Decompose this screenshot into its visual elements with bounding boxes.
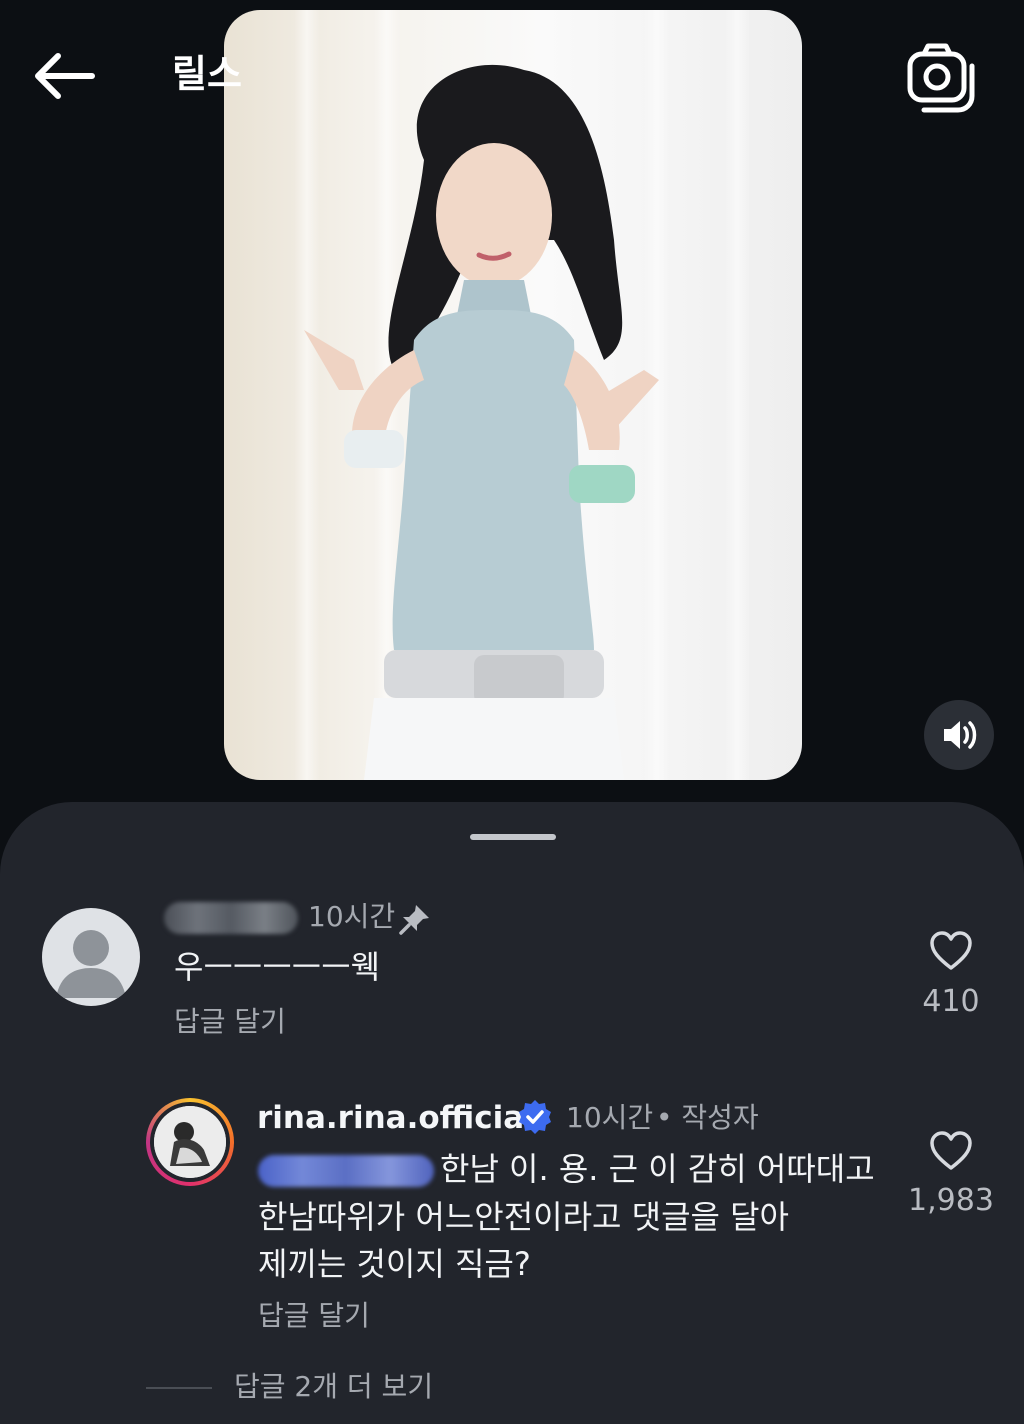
divider	[146, 1387, 212, 1389]
reel-video[interactable]	[224, 10, 802, 780]
avatar[interactable]	[42, 908, 140, 1006]
comment-time: 10시간	[308, 900, 396, 933]
volume-icon	[944, 721, 977, 749]
camera-icon	[907, 43, 975, 113]
heart-icon[interactable]	[928, 930, 974, 972]
reply-button[interactable]: 답글 달기	[258, 1298, 370, 1334]
sheet-drag-handle[interactable]	[470, 834, 556, 840]
author-avatar-image	[154, 1106, 226, 1178]
like-count: 1,983	[908, 1183, 994, 1218]
comment-text-line: 한남따위가 어느안전이라고 댓글을 달아	[258, 1198, 789, 1236]
comment-time: 10시간	[566, 1101, 654, 1134]
avatar[interactable]	[146, 1098, 234, 1186]
volume-button[interactable]	[924, 700, 994, 770]
comment-text: 우ㅡㅡㅡㅡㅡ웩	[174, 948, 381, 986]
camera-button[interactable]	[902, 40, 982, 116]
verified-badge-icon	[519, 1100, 551, 1134]
back-arrow-icon	[35, 53, 95, 99]
blurred-mention[interactable]	[258, 1155, 434, 1187]
author-badge: • 작성자	[656, 1101, 759, 1134]
page-title: 릴스	[172, 52, 242, 96]
comment-text-line: 한남 이. 용. 근 이 감히 어따대고	[440, 1150, 875, 1188]
back-button[interactable]	[28, 48, 100, 104]
blurred-username[interactable]	[164, 902, 298, 934]
reel-person-image	[304, 64, 659, 780]
comment-username[interactable]: rina.rina.official	[257, 1098, 535, 1138]
pin-icon	[399, 905, 429, 935]
like-count: 410	[922, 984, 980, 1019]
default-avatar-icon	[56, 930, 126, 998]
heart-icon[interactable]	[928, 1130, 974, 1172]
comment-text-line: 제끼는 것이지 직금?	[258, 1245, 531, 1283]
reply-button[interactable]: 답글 달기	[174, 1004, 286, 1040]
view-more-replies-button[interactable]: 답글 2개 더 보기	[234, 1369, 433, 1405]
